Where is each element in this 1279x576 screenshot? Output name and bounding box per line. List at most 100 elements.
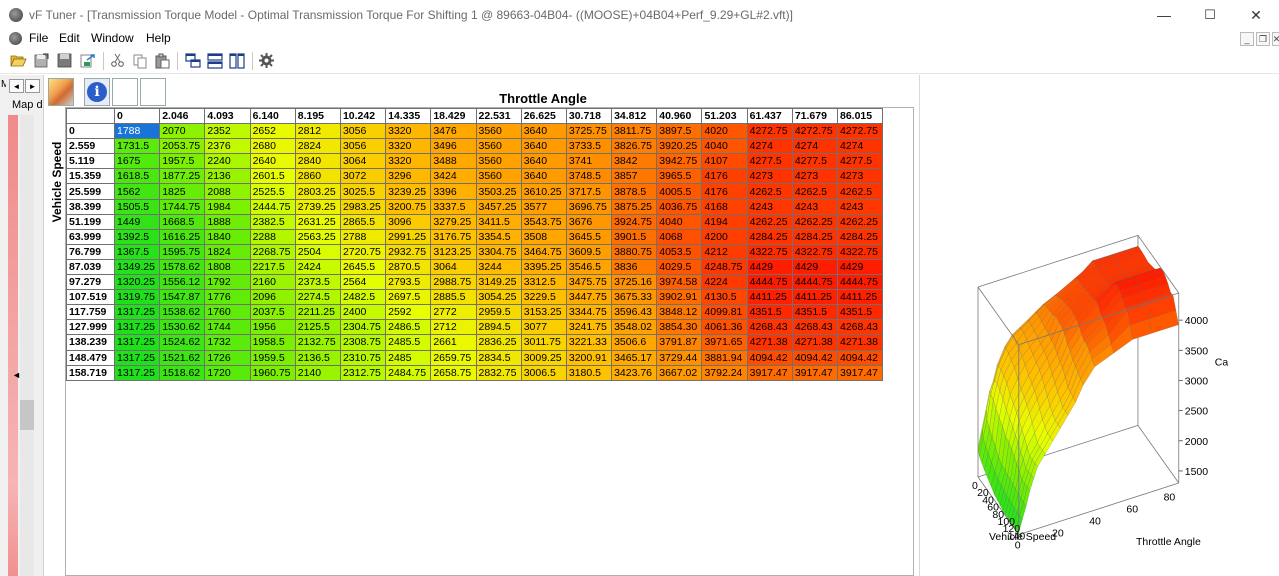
table-cell[interactable]: 3064 bbox=[339, 153, 387, 170]
table-cell[interactable]: 2352 bbox=[204, 123, 251, 140]
table-cell[interactable]: 3056 bbox=[339, 138, 387, 155]
blank-page-icon[interactable] bbox=[112, 78, 138, 106]
table-cell[interactable]: 2482.5 bbox=[339, 289, 387, 306]
table-cell[interactable]: 3123.25 bbox=[430, 243, 477, 260]
column-header[interactable]: 6.140 bbox=[249, 107, 296, 125]
table-cell[interactable]: 3546.5 bbox=[565, 258, 613, 276]
table-cell[interactable]: 3924.75 bbox=[611, 213, 658, 230]
table-cell[interactable]: 3640 bbox=[520, 123, 567, 140]
table-cell[interactable]: 2983.25 bbox=[339, 198, 387, 215]
table-cell[interactable]: 2836.25 bbox=[475, 334, 522, 351]
table-cell[interactable]: 3200.75 bbox=[385, 198, 432, 215]
table-cell[interactable]: 2485.5 bbox=[385, 334, 432, 351]
table-cell[interactable]: 2096 bbox=[249, 289, 296, 306]
table-cell[interactable]: 3508 bbox=[520, 228, 567, 245]
close-button[interactable]: ✕ bbox=[1233, 0, 1279, 30]
row-header[interactable]: 158.719 bbox=[66, 364, 115, 381]
table-cell[interactable]: 2211.25 bbox=[294, 304, 341, 321]
column-header[interactable]: 4.093 bbox=[204, 107, 251, 125]
table-cell[interactable]: 1808 bbox=[204, 258, 251, 276]
table-cell[interactable]: 4284.25 bbox=[791, 228, 839, 245]
table-cell[interactable]: 2834.5 bbox=[475, 349, 522, 366]
table-cell[interactable]: 3395.25 bbox=[520, 258, 567, 276]
table-cell[interactable]: 3609.5 bbox=[565, 243, 613, 260]
table-cell[interactable]: 1392.5 bbox=[113, 228, 161, 245]
export-icon[interactable] bbox=[79, 52, 96, 69]
table-cell[interactable]: 2268.75 bbox=[249, 243, 296, 260]
tile-horizontal-icon[interactable] bbox=[206, 52, 223, 69]
surface-plot[interactable]: 400035003000250020001500Ca02040608010012… bbox=[920, 75, 1279, 576]
table-cell[interactable]: 4262.5 bbox=[836, 183, 884, 200]
table-cell[interactable]: 4272.75 bbox=[746, 123, 793, 140]
table-cell[interactable]: 3965.5 bbox=[656, 168, 703, 185]
table-cell[interactable]: 3423.76 bbox=[611, 364, 658, 381]
row-header[interactable]: 76.799 bbox=[66, 243, 115, 260]
table-cell[interactable]: 3640 bbox=[520, 168, 567, 185]
table-cell[interactable]: 3880.75 bbox=[611, 243, 658, 260]
table-cell[interactable]: 2376 bbox=[204, 138, 251, 155]
table-cell[interactable]: 4277.5 bbox=[791, 153, 839, 170]
table-cell[interactable]: 3560 bbox=[475, 138, 522, 155]
table-cell[interactable]: 2525.5 bbox=[249, 183, 296, 200]
row-header[interactable]: 148.479 bbox=[66, 349, 115, 366]
table-cell[interactable]: 3560 bbox=[475, 123, 522, 140]
save-as-icon[interactable] bbox=[33, 52, 50, 69]
panel-tab-label[interactable]: Map d bbox=[12, 99, 43, 111]
row-header[interactable]: 5.119 bbox=[66, 153, 115, 170]
row-header[interactable]: 51.199 bbox=[66, 213, 115, 230]
table-cell[interactable]: 4429 bbox=[791, 258, 839, 276]
table-cell[interactable]: 3560 bbox=[475, 168, 522, 185]
table-cell[interactable]: 3180.5 bbox=[565, 364, 613, 381]
table-cell[interactable]: 4200 bbox=[701, 228, 748, 245]
table-cell[interactable]: 4429 bbox=[836, 258, 884, 276]
table-cell[interactable]: 2885.5 bbox=[430, 289, 477, 306]
table-cell[interactable]: 1888 bbox=[204, 213, 251, 230]
table-cell[interactable]: 4351.5 bbox=[791, 304, 839, 321]
table-cell[interactable]: 3725.75 bbox=[565, 123, 613, 140]
table-cell[interactable]: 3320 bbox=[385, 153, 432, 170]
table-cell[interactable]: 4411.25 bbox=[836, 289, 884, 306]
table-cell[interactable]: 2053.75 bbox=[159, 138, 206, 155]
table-cell[interactable]: 4262.5 bbox=[791, 183, 839, 200]
table-cell[interactable]: 4444.75 bbox=[791, 274, 839, 291]
table-cell[interactable]: 2424 bbox=[294, 258, 341, 276]
table-cell[interactable]: 1616.25 bbox=[159, 228, 206, 245]
table-cell[interactable]: 2870.5 bbox=[385, 258, 432, 276]
table-cell[interactable]: 1825 bbox=[159, 183, 206, 200]
table-cell[interactable]: 1319.75 bbox=[113, 289, 161, 306]
table-cell[interactable]: 3411.5 bbox=[475, 213, 522, 230]
table-cell[interactable]: 2088 bbox=[204, 183, 251, 200]
table-cell[interactable]: 2308.75 bbox=[339, 334, 387, 351]
table-cell[interactable]: 3577 bbox=[520, 198, 567, 215]
mdi-close-button[interactable]: ✕ bbox=[1272, 32, 1279, 46]
table-cell[interactable]: 2444.75 bbox=[249, 198, 296, 215]
table-cell[interactable]: 3229.5 bbox=[520, 289, 567, 306]
table-cell[interactable]: 3312.5 bbox=[520, 274, 567, 291]
table-cell[interactable]: 4094.42 bbox=[746, 349, 793, 366]
table-cell[interactable]: 1731.5 bbox=[113, 138, 161, 155]
table-cell[interactable]: 1958.5 bbox=[249, 334, 296, 351]
column-header[interactable]: 10.242 bbox=[339, 107, 387, 125]
table-cell[interactable]: 3025.5 bbox=[339, 183, 387, 200]
row-header[interactable]: 0 bbox=[66, 123, 115, 140]
table-cell[interactable]: 2136.5 bbox=[294, 349, 341, 366]
open-folder-icon[interactable] bbox=[10, 52, 27, 69]
table-cell[interactable]: 1505.5 bbox=[113, 198, 161, 215]
table-cell[interactable]: 4262.25 bbox=[836, 213, 884, 230]
table-cell[interactable]: 4351.5 bbox=[836, 304, 884, 321]
column-header[interactable]: 22.531 bbox=[475, 107, 522, 125]
row-header[interactable]: 63.999 bbox=[66, 228, 115, 245]
table-cell[interactable]: 3506.6 bbox=[611, 334, 658, 351]
table-cell[interactable]: 3153.25 bbox=[520, 304, 567, 321]
table-cell[interactable]: 3826.75 bbox=[611, 138, 658, 155]
table-cell[interactable]: 4268.43 bbox=[791, 319, 839, 336]
table-cell[interactable]: 2310.75 bbox=[339, 349, 387, 366]
table-cell[interactable]: 4094.42 bbox=[791, 349, 839, 366]
row-header[interactable]: 107.519 bbox=[66, 289, 115, 306]
table-cell[interactable]: 3464.75 bbox=[520, 243, 567, 260]
column-header[interactable]: 51.203 bbox=[701, 107, 748, 125]
table-cell[interactable]: 1595.75 bbox=[159, 243, 206, 260]
table-cell[interactable]: 2812 bbox=[294, 123, 341, 140]
table-cell[interactable]: 3077 bbox=[520, 319, 567, 336]
table-cell[interactable]: 4262.5 bbox=[746, 183, 793, 200]
